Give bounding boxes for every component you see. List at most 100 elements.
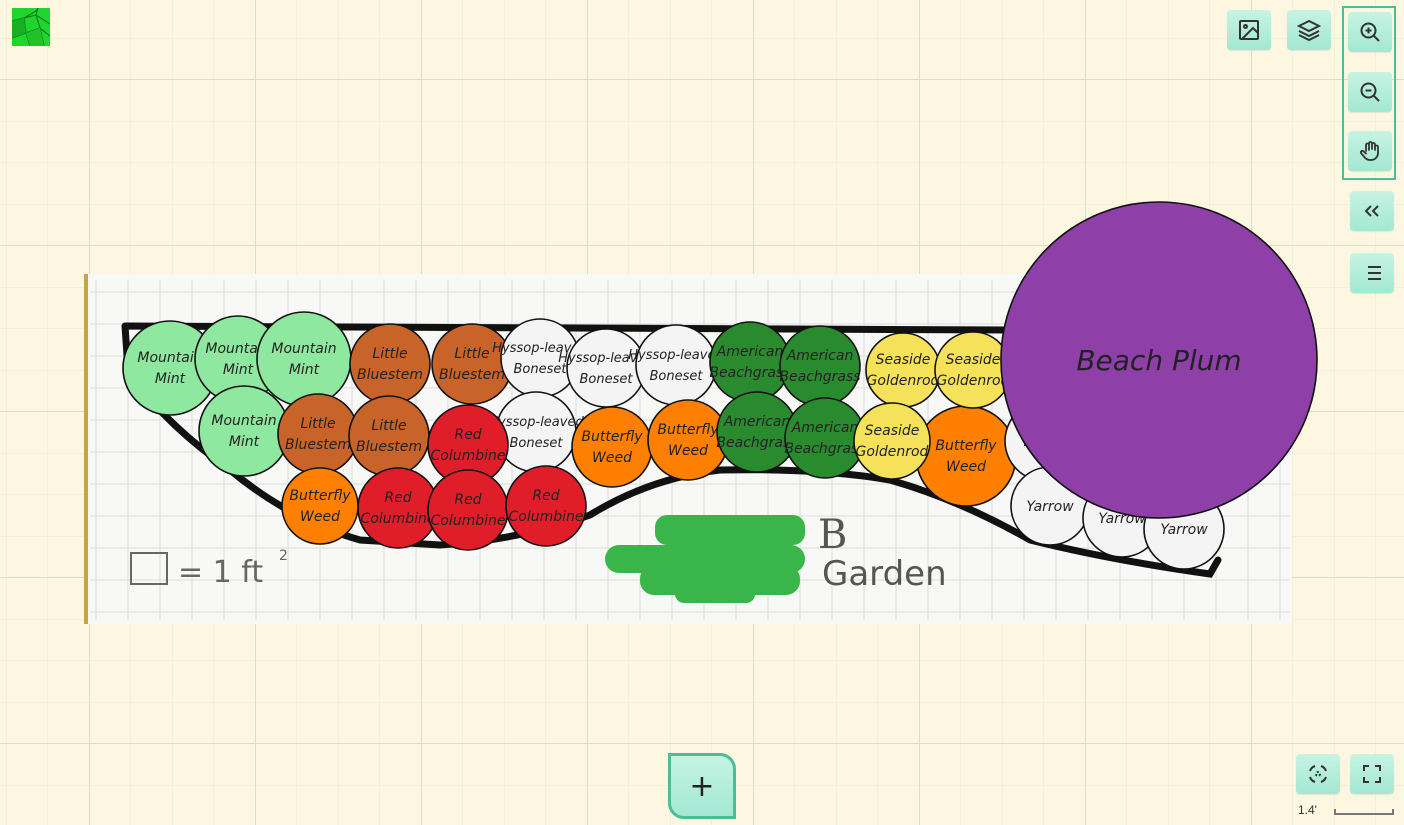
plant-label: Seaside xyxy=(865,423,920,439)
plant-circle[interactable] xyxy=(571,406,653,488)
plant-circle[interactable] xyxy=(505,465,587,547)
plant-circle[interactable] xyxy=(431,323,513,405)
plant-label: Seaside xyxy=(876,352,931,368)
plant-label: Weed xyxy=(668,443,708,459)
plant-label: Bluestem xyxy=(439,367,505,383)
plant-label: Columbine xyxy=(508,509,583,525)
plant-circle[interactable] xyxy=(349,323,431,405)
plant-label: Yarrow xyxy=(1026,499,1074,515)
fullscreen-button[interactable] xyxy=(1350,754,1394,794)
plant-circle[interactable] xyxy=(915,405,1017,507)
plant-butterfly-weed[interactable]: Butterfly Weed xyxy=(571,406,653,488)
plant-label: Butterfly xyxy=(935,438,997,454)
plant-beach-plum[interactable]: Beach Plum xyxy=(1000,201,1318,519)
plant-label: Bluestem xyxy=(285,437,351,453)
plant-label: Boneset xyxy=(650,369,704,384)
recenter-button[interactable] xyxy=(1296,754,1340,794)
plant-circle[interactable] xyxy=(281,467,359,545)
plant-label: Mountain xyxy=(271,341,336,357)
layers-button[interactable] xyxy=(1287,10,1331,50)
plant-circle[interactable] xyxy=(198,385,290,477)
garden-plan[interactable]: = 1 ft 2 B Garden Mountain Mint Mountain Mi… xyxy=(0,0,1404,825)
collapse-panel-button[interactable] xyxy=(1350,191,1394,231)
plant-label: Butterfly xyxy=(657,422,719,438)
zoom-in-button[interactable] xyxy=(1348,12,1392,52)
focus-icon xyxy=(1309,765,1327,783)
chevrons-left-icon xyxy=(1364,205,1379,217)
plant-label: Columbine xyxy=(360,511,435,527)
plant-label: Red xyxy=(454,492,481,508)
plant-circle[interactable] xyxy=(635,324,717,406)
plant-circle[interactable] xyxy=(779,325,861,407)
image-button[interactable] xyxy=(1227,10,1271,50)
plant-butterfly-weed[interactable]: Butterfly Weed xyxy=(281,467,359,545)
plant-label: Boneset xyxy=(580,372,634,387)
layers-icon xyxy=(1297,19,1321,42)
plant-american-beachgrass[interactable]: American Beachgrass xyxy=(779,325,861,407)
plant-circle[interactable] xyxy=(865,332,941,408)
plant-circle[interactable] xyxy=(348,395,430,477)
sketch-title-letter: B xyxy=(818,512,847,558)
plant-label: Weed xyxy=(592,450,632,466)
plant-label: American xyxy=(791,420,859,436)
plant-circle[interactable] xyxy=(566,328,646,408)
plant-circle[interactable] xyxy=(853,402,931,480)
plant-label: Beach Plum xyxy=(1076,344,1241,377)
hand-icon xyxy=(1360,141,1379,161)
plant-little-bluestem[interactable]: Little Bluestem xyxy=(348,395,430,477)
plant-label: Butterfly xyxy=(289,488,351,504)
plant-circle[interactable] xyxy=(934,331,1012,409)
zoom-out-button[interactable] xyxy=(1348,72,1392,112)
plant-little-bluestem[interactable]: Little Bluestem xyxy=(431,323,513,405)
plant-mountain-mint[interactable]: Mountain Mint xyxy=(198,385,290,477)
plant-circle[interactable] xyxy=(709,321,791,403)
plant-label: American xyxy=(716,344,784,360)
plant-label: Little xyxy=(300,416,335,432)
plant-seaside-goldenrod[interactable]: Seaside Goldenrod xyxy=(865,332,941,408)
plant-red-columbine[interactable]: Red Columbine xyxy=(427,469,509,551)
plant-circle[interactable] xyxy=(427,469,509,551)
plant-label: Columbine xyxy=(430,448,505,464)
image-icon xyxy=(1239,20,1259,40)
plant-label: Goldenrod xyxy=(867,373,940,389)
scale-bar xyxy=(1334,809,1394,815)
list-icon xyxy=(1363,266,1381,280)
plant-mountain-mint[interactable]: Mountain Mint xyxy=(256,311,352,407)
plant-label: Mountain xyxy=(211,413,276,429)
plus-icon: + xyxy=(689,768,715,804)
plant-label: Weed xyxy=(946,459,986,475)
sketch-title-word: Garden xyxy=(822,554,947,594)
plant-circle[interactable] xyxy=(277,393,359,475)
plant-circle[interactable] xyxy=(495,391,577,473)
plant-american-beachgrass[interactable]: American Beachgrass xyxy=(709,321,791,403)
zoom-in-icon xyxy=(1360,22,1380,42)
plant-list-button[interactable] xyxy=(1350,253,1394,293)
plant-label: Red xyxy=(384,490,411,506)
plant-label: Yarrow xyxy=(1160,522,1208,538)
plant-label: Beachgrass xyxy=(779,369,860,385)
plant-label: Little xyxy=(454,346,489,362)
plant-butterfly-weed[interactable]: Butterfly Weed xyxy=(915,405,1017,507)
plant-label: Beachgrass xyxy=(709,365,790,381)
plant-label: Weed xyxy=(300,509,340,525)
plant-label: Columbine xyxy=(430,513,505,529)
plant-little-bluestem[interactable]: Little Bluestem xyxy=(277,393,359,475)
plant-label: Mint xyxy=(229,434,260,450)
plant-label: American xyxy=(786,348,854,364)
plant-circle[interactable] xyxy=(357,467,439,549)
scale-label: 1.4' xyxy=(1298,803,1317,817)
plant-label: Mint xyxy=(289,362,320,378)
add-plant-button[interactable]: + xyxy=(668,753,736,819)
pan-button[interactable] xyxy=(1348,131,1392,171)
plant-label: Mint xyxy=(155,371,186,387)
plant-circle[interactable] xyxy=(256,311,352,407)
plant-circle[interactable] xyxy=(784,397,866,479)
plant-seaside-goldenrod[interactable]: Seaside Goldenrod xyxy=(934,331,1012,409)
legend-superscript: 2 xyxy=(279,548,288,564)
plant-label: Bluestem xyxy=(356,439,422,455)
plant-little-bluestem[interactable]: Little Bluestem xyxy=(349,323,431,405)
garden-logo-icon[interactable] xyxy=(12,8,50,46)
plant-seaside-goldenrod[interactable]: Seaside Goldenrod xyxy=(853,402,931,480)
plant-red-columbine[interactable]: Red Columbine xyxy=(505,465,587,547)
plant-red-columbine[interactable]: Red Columbine xyxy=(357,467,439,549)
